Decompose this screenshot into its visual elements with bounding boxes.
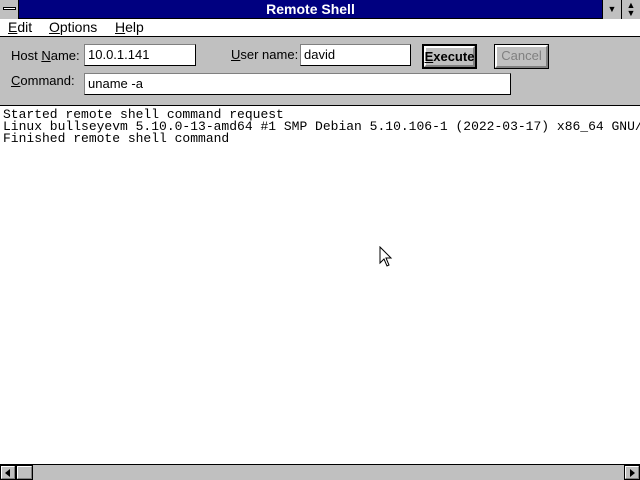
system-menu-icon[interactable]	[0, 0, 19, 19]
mouse-pointer-icon	[379, 246, 393, 267]
menu-edit[interactable]: Edit	[7, 19, 33, 36]
execute-button[interactable]: Execute	[422, 44, 477, 69]
minimize-button[interactable]: ▼	[602, 0, 621, 19]
user-name-label: User name:	[231, 47, 299, 62]
host-name-field[interactable]: 10.0.1.141	[84, 44, 196, 66]
menu-bar: Edit Options Help	[0, 19, 640, 37]
scroll-left-arrow-icon	[5, 469, 10, 477]
window-title: Remote Shell	[266, 1, 355, 17]
cancel-button[interactable]: Cancel	[494, 44, 549, 69]
title-bar: Remote Shell ▼ ▲ ▼	[0, 0, 640, 19]
scroll-left-button[interactable]	[0, 465, 16, 480]
output-line: Finished remote shell command	[3, 131, 230, 146]
host-name-label: Host Name:	[11, 48, 80, 63]
scroll-right-arrow-icon	[630, 469, 635, 477]
menu-help-mnemonic: H	[115, 19, 126, 35]
user-name-field[interactable]: david	[300, 44, 411, 66]
menu-help[interactable]: Help	[114, 19, 145, 36]
menu-options-label: ptions	[59, 19, 98, 35]
horizontal-scrollbar[interactable]	[0, 464, 640, 480]
command-label: Command:	[11, 73, 75, 88]
minimize-arrow-icon: ▼	[607, 4, 617, 14]
menu-options[interactable]: Options	[48, 19, 98, 36]
scrollbar-track[interactable]	[16, 465, 624, 480]
menu-options-mnemonic: O	[49, 19, 60, 35]
scroll-right-button[interactable]	[624, 465, 640, 480]
output-area[interactable]: Started remote shell command request Lin…	[0, 105, 640, 464]
menu-help-label: elp	[125, 19, 144, 35]
restore-arrow-icon: ▼	[626, 8, 636, 18]
menu-edit-mnemonic: E	[8, 19, 18, 35]
menu-edit-label: dit	[17, 19, 33, 35]
maximize-button[interactable]: ▲ ▼	[621, 0, 640, 19]
command-field[interactable]: uname -a	[84, 73, 511, 95]
scrollbar-thumb[interactable]	[16, 465, 33, 480]
